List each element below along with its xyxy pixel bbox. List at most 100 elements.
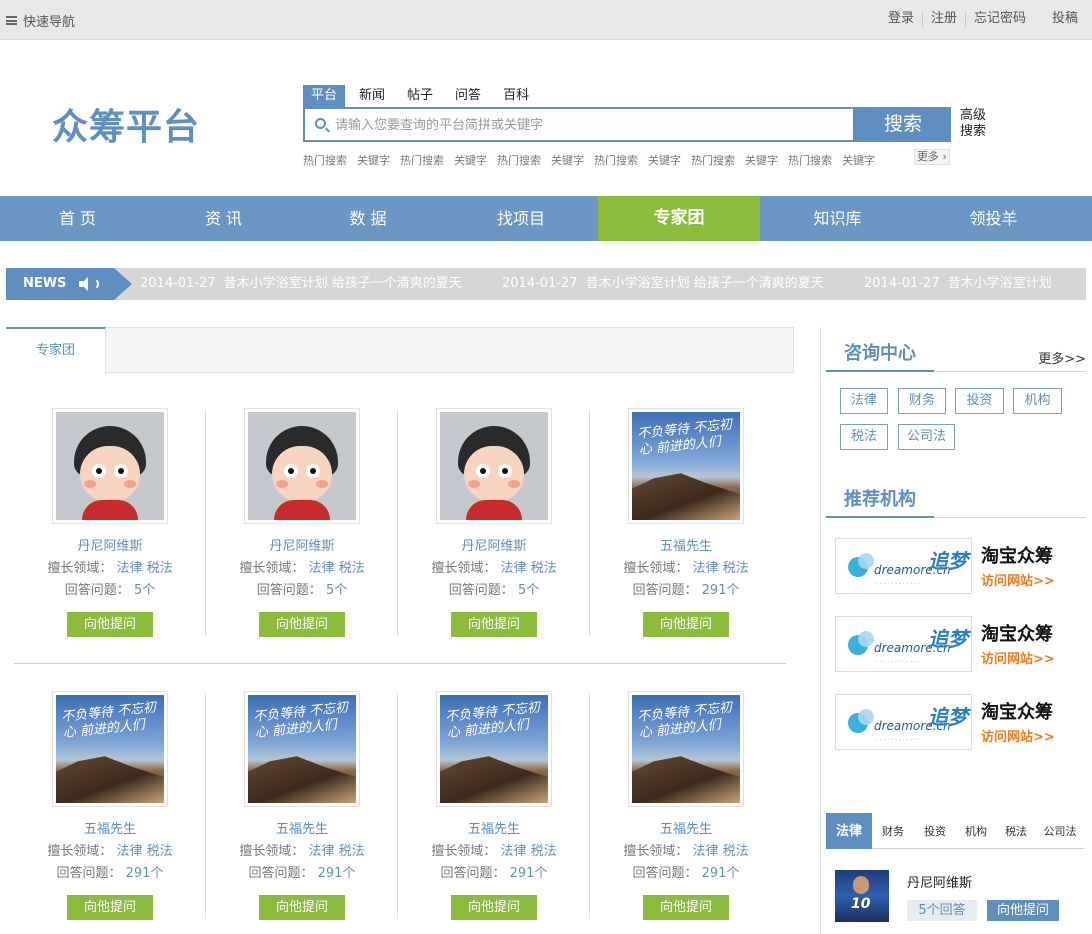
hot-word[interactable]: 关键字 <box>842 152 875 168</box>
qa-expert-name[interactable]: 丹尼阿维斯 <box>907 872 972 891</box>
category-law[interactable]: 法律 <box>840 388 888 414</box>
register-link[interactable]: 注册 <box>921 11 965 27</box>
hot-word[interactable]: 关键字 <box>551 152 584 168</box>
org-name[interactable]: 淘宝众筹 <box>981 542 1053 568</box>
tab-law[interactable]: 法律 <box>826 813 872 849</box>
ask-expert-button[interactable]: 向他提问 <box>451 895 537 920</box>
expert-avatar[interactable]: 不负等待 不忘初心 前进的人们 <box>52 691 168 807</box>
forgot-password-link[interactable]: 忘记密码 <box>964 11 1034 27</box>
category-company-law[interactable]: 公司法 <box>898 424 955 450</box>
hot-word[interactable]: 关键字 <box>648 152 681 168</box>
expert-avatar[interactable]: 不负等待 不忘初心 前进的人们 <box>628 408 744 524</box>
submit-article-link[interactable]: 投稿 <box>1034 11 1086 27</box>
org-visit-link[interactable]: 访问网站>> <box>981 570 1055 589</box>
expert-name[interactable]: 丹尼阿维斯 <box>206 535 398 554</box>
dreamore-logo[interactable]: dreamore.cn 追梦 · · · · · · · · · · · · <box>835 616 972 672</box>
hot-word[interactable]: 关键字 <box>454 152 487 168</box>
search-tab-posts[interactable]: 帖子 <box>399 85 441 107</box>
landscape-avatar-image: 不负等待 不忘初心 前进的人们 <box>632 695 740 803</box>
ask-expert-button[interactable]: 向他提问 <box>259 895 345 920</box>
search-tab-news[interactable]: 新闻 <box>351 85 393 107</box>
news-item[interactable]: 2014-01-27 昔木小学浴室计划 <box>864 268 1086 300</box>
expert-name[interactable]: 五福先生 <box>398 818 590 837</box>
qa-ask-button[interactable]: 向他提问 <box>987 900 1059 921</box>
news-item[interactable]: 2014-01-27 昔木小学浴室计划 给孩子一个清爽的夏天 <box>502 268 864 300</box>
hot-word[interactable]: 热门搜索 <box>303 152 347 168</box>
search-tab-platform[interactable]: 平台 <box>303 85 346 107</box>
dreamore-logo[interactable]: dreamore.cn 追梦 · · · · · · · · · · · · <box>835 538 972 594</box>
nav-knowledge[interactable]: 知识库 <box>760 196 915 241</box>
ask-expert-button[interactable]: 向他提问 <box>67 895 153 920</box>
expert-avatar[interactable] <box>52 408 168 524</box>
field-values[interactable]: 法律 税法 <box>501 844 557 859</box>
nav-experts[interactable]: 专家团 <box>598 196 760 241</box>
tab-institution[interactable]: 机构 <box>956 813 996 849</box>
quick-nav[interactable]: 快速导航 <box>6 11 75 30</box>
ask-expert-button[interactable]: 向他提问 <box>259 612 345 637</box>
search-box <box>303 107 855 142</box>
org-name[interactable]: 淘宝众筹 <box>981 698 1053 724</box>
nav-news[interactable]: 资 讯 <box>155 196 292 241</box>
tab-experts[interactable]: 专家团 <box>6 327 106 374</box>
expert-avatar[interactable]: 不负等待 不忘初心 前进的人们 <box>436 691 552 807</box>
consult-more-link[interactable]: 更多>> <box>1038 348 1086 367</box>
hot-word[interactable]: 热门搜索 <box>594 152 638 168</box>
field-values[interactable]: 法律 税法 <box>501 561 557 576</box>
consult-center-header: 咨询中心 更多>> <box>826 340 1086 372</box>
field-values[interactable]: 法律 税法 <box>117 844 173 859</box>
row-divider <box>14 663 786 664</box>
org-visit-link[interactable]: 访问网站>> <box>981 648 1055 667</box>
hot-word[interactable]: 热门搜索 <box>497 152 541 168</box>
login-link[interactable]: 登录 <box>880 11 922 27</box>
ask-expert-button[interactable]: 向他提问 <box>451 612 537 637</box>
expert-name[interactable]: 五福先生 <box>14 818 206 837</box>
nav-data[interactable]: 数 据 <box>292 196 444 241</box>
expert-name[interactable]: 丹尼阿维斯 <box>398 535 590 554</box>
category-finance[interactable]: 财务 <box>898 388 946 414</box>
tab-tax-law[interactable]: 税法 <box>996 813 1036 849</box>
nav-home[interactable]: 首 页 <box>0 196 155 241</box>
hot-word[interactable]: 热门搜索 <box>788 152 832 168</box>
search-input[interactable] <box>335 115 845 135</box>
site-logo[interactable]: 众筹平台 <box>52 98 200 150</box>
tab-investment[interactable]: 投资 <box>914 813 956 849</box>
tab-company-law[interactable]: 公司法 <box>1036 813 1084 849</box>
dreamore-logo[interactable]: dreamore.cn 追梦 · · · · · · · · · · · · <box>835 694 972 750</box>
expert-photo[interactable]: 10 <box>835 870 889 922</box>
advanced-search-link[interactable]: 高级搜索 <box>960 108 990 140</box>
field-values[interactable]: 法律 税法 <box>693 561 749 576</box>
more-hot-words-button[interactable]: 更多 › <box>914 149 950 165</box>
nav-lead-investor[interactable]: 领投羊 <box>915 196 1072 241</box>
ask-expert-button[interactable]: 向他提问 <box>67 612 153 637</box>
category-investment[interactable]: 投资 <box>955 388 1004 414</box>
expert-avatar[interactable] <box>436 408 552 524</box>
news-item[interactable]: 2014-01-27 昔木小学浴室计划 给孩子一个清爽的夏天 <box>140 268 502 300</box>
hot-word[interactable]: 关键字 <box>357 152 390 168</box>
search-button[interactable]: 搜索 <box>855 107 951 142</box>
field-values[interactable]: 法律 税法 <box>309 844 365 859</box>
expert-avatar[interactable]: 不负等待 不忘初心 前进的人们 <box>628 691 744 807</box>
ask-expert-button[interactable]: 向他提问 <box>643 612 729 637</box>
field-values[interactable]: 法律 税法 <box>693 844 749 859</box>
org-name[interactable]: 淘宝众筹 <box>981 620 1053 646</box>
search-tab-qa[interactable]: 问答 <box>447 85 489 107</box>
expert-name[interactable]: 丹尼阿维斯 <box>14 535 206 554</box>
nav-find-projects[interactable]: 找项目 <box>444 196 598 241</box>
field-values[interactable]: 法律 税法 <box>117 561 173 576</box>
expert-name[interactable]: 五福先生 <box>590 535 782 554</box>
ask-expert-button[interactable]: 向他提问 <box>643 895 729 920</box>
expert-answer-count: 回答问题： 291个 <box>590 579 782 598</box>
expert-avatar[interactable]: 不负等待 不忘初心 前进的人们 <box>244 691 360 807</box>
search-tab-wiki[interactable]: 百科 <box>495 85 537 107</box>
category-tax-law[interactable]: 税法 <box>840 424 888 450</box>
category-institution[interactable]: 机构 <box>1013 388 1062 414</box>
hot-word[interactable]: 热门搜索 <box>400 152 444 168</box>
hot-word[interactable]: 热门搜索 <box>691 152 735 168</box>
org-visit-link[interactable]: 访问网站>> <box>981 726 1055 745</box>
tab-finance[interactable]: 财务 <box>872 813 914 849</box>
hot-word[interactable]: 关键字 <box>745 152 778 168</box>
expert-name[interactable]: 五福先生 <box>206 818 398 837</box>
expert-avatar[interactable] <box>244 408 360 524</box>
expert-name[interactable]: 五福先生 <box>590 818 782 837</box>
field-values[interactable]: 法律 税法 <box>309 561 365 576</box>
